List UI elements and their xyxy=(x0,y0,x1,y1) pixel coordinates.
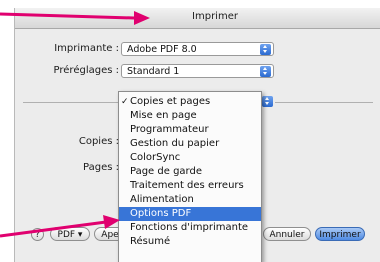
callout-arrows xyxy=(0,11,150,238)
callout-arrow-pdf-options xyxy=(0,215,120,238)
screenshot: Imprimer Imprimante : Adobe PDF 8.0 Prér… xyxy=(0,0,380,262)
callout-arrow-title xyxy=(0,11,150,25)
